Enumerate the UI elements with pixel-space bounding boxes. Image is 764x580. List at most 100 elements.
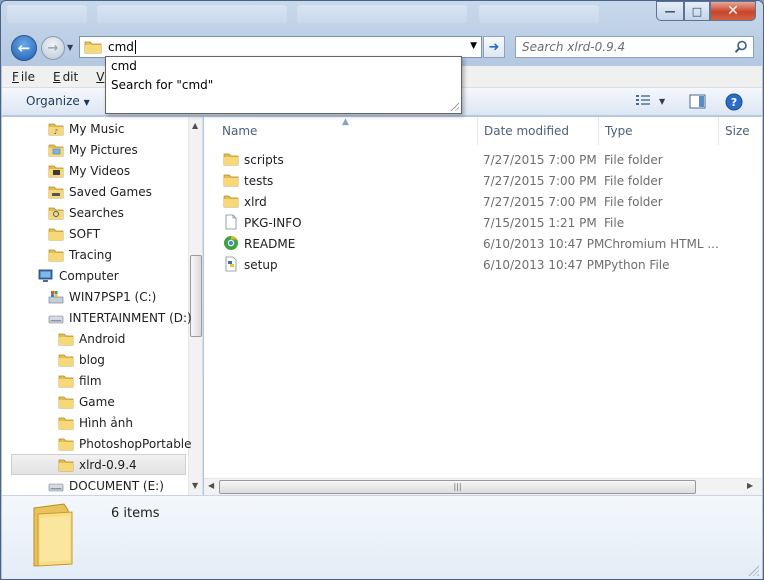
navigation-pane: ▲ ▼ ♪ My Music My Pictures My Videos Saved G… (2, 117, 203, 495)
nav-item[interactable]: ♪ My Music (2, 118, 186, 139)
nav-item-label: SOFT (69, 226, 101, 241)
large-folder-icon (33, 503, 73, 567)
menu-file[interactable]: File (10, 70, 39, 84)
nav-item-label: Tracing (69, 247, 113, 262)
file-row[interactable]: README 6/10/2013 10:47 PM Chromium HTML ..… (204, 233, 762, 254)
nav-item[interactable]: SOFT (2, 223, 186, 244)
recent-pages-dropdown[interactable]: ▼ (67, 43, 77, 53)
folder-icon (223, 195, 239, 208)
horizontal-scrollbar[interactable]: ◀ ||| ▶ (204, 478, 762, 495)
menu-edit[interactable]: Edit (51, 70, 82, 84)
nav-item[interactable]: xlrd-0.9.4 (11, 454, 186, 475)
searches-icon (48, 207, 64, 219)
nav-item-label: Computer (59, 268, 119, 283)
scroll-right-arrow-icon[interactable]: ▶ (747, 481, 753, 490)
go-arrow-icon: ➜ (488, 39, 500, 55)
help-icon[interactable]: ? (725, 93, 743, 111)
file-name: README (244, 236, 296, 251)
chevron-down-icon: ▼ (83, 98, 90, 107)
close-button[interactable]: ✕ (710, 1, 756, 21)
search-box[interactable]: Search xlrd-0.9.4 (515, 36, 754, 58)
file-list-pane: ▲ Name Date modified Type Size ◀ ||| ▶ s… (204, 117, 762, 495)
nav-item[interactable]: INTERTAINMENT (D:) (2, 307, 192, 328)
file-type: File folder (604, 194, 663, 209)
file-row[interactable]: xlrd 7/27/2015 7:00 PM File folder (204, 191, 762, 212)
nav-item-label: xlrd-0.9.4 (79, 457, 137, 472)
blurred-taskbar-item (7, 5, 87, 23)
folder-icon (223, 153, 239, 166)
file-row[interactable]: tests 7/27/2015 7:00 PM File folder (204, 170, 762, 191)
file-row[interactable]: setup 6/10/2013 10:47 PM Python File (204, 254, 762, 275)
file-type: File (604, 215, 625, 230)
search-input[interactable]: Search xlrd-0.9.4 (522, 40, 625, 54)
file-name: scripts (244, 152, 284, 167)
column-header-size[interactable]: Size (719, 117, 762, 145)
nav-item[interactable]: My Videos (2, 160, 186, 181)
search-icon[interactable] (734, 40, 748, 54)
nav-item[interactable]: Android (2, 328, 186, 349)
address-dropdown-icon[interactable]: ▼ (470, 41, 477, 51)
nav-item[interactable]: WIN7PSP1 (C:) (2, 286, 186, 307)
change-view-icon[interactable] (635, 94, 653, 108)
window-resize-grip[interactable] (748, 565, 759, 576)
nav-item[interactable]: Saved Games (2, 181, 186, 202)
maximize-button[interactable]: □ (684, 1, 710, 21)
file-name: PKG-INFO (244, 215, 302, 230)
nav-item[interactable]: blog (2, 349, 186, 370)
file-name: xlrd (244, 194, 267, 209)
folder-icon (58, 396, 74, 408)
scroll-down-arrow-icon[interactable]: ▼ (192, 481, 198, 490)
column-header-type[interactable]: Type (599, 117, 719, 145)
file-row[interactable]: PKG-INFO 7/15/2015 1:21 PM File (204, 212, 762, 233)
forward-button[interactable]: → (41, 36, 65, 60)
go-button[interactable]: ➜ (483, 36, 505, 58)
nav-item-label: Game (79, 394, 115, 409)
organize-button[interactable]: Organize ▼ (26, 94, 90, 108)
resize-grip[interactable] (449, 101, 459, 111)
python-file-icon (225, 256, 237, 272)
column-header-date[interactable]: Date modified (478, 117, 599, 145)
nav-item-label: Hình ảnh (79, 415, 133, 430)
address-input[interactable]: cmd (108, 40, 136, 55)
autocomplete-search-item[interactable]: Search for "cmd" (111, 78, 213, 92)
folder-icon (84, 41, 102, 54)
folder-icon (48, 228, 64, 240)
nav-item-label: PhotoshopPortable (79, 436, 192, 451)
blurred-taskbar-item (479, 5, 599, 23)
svg-text:♪: ♪ (54, 128, 58, 136)
nav-item[interactable]: Game (2, 391, 186, 412)
windows-drive-icon (48, 290, 64, 303)
file-date-modified: 6/10/2013 10:47 PM (483, 236, 605, 251)
nav-item[interactable]: DOCUMENT (E:) (2, 475, 186, 495)
file-row[interactable]: scripts 7/27/2015 7:00 PM File folder (204, 149, 762, 170)
scrollbar-thumb[interactable] (190, 255, 202, 337)
nav-item[interactable]: Hình ảnh (2, 412, 186, 433)
back-button[interactable]: ← (11, 35, 37, 61)
minimize-button[interactable]: — (656, 1, 684, 21)
nav-item[interactable]: film (2, 370, 186, 391)
saved-games-icon (48, 186, 64, 198)
text-cursor (134, 40, 136, 55)
scroll-up-arrow-icon[interactable]: ▲ (192, 121, 198, 130)
column-header-name[interactable]: Name (216, 117, 478, 145)
nav-item[interactable]: Computer (2, 265, 186, 286)
nav-item[interactable]: My Pictures (2, 139, 186, 160)
details-pane: 6 items (2, 495, 762, 579)
folder-icon (58, 459, 74, 471)
drive-icon (48, 315, 64, 323)
nav-item-label: My Videos (69, 163, 131, 178)
nav-item[interactable]: PhotoshopPortable (2, 433, 192, 454)
nav-item[interactable]: Searches (2, 202, 186, 223)
scrollbar-thumb[interactable]: ||| (219, 480, 696, 494)
folder-icon (48, 249, 64, 261)
computer-icon (38, 269, 53, 282)
address-bar[interactable]: cmd ▼ (79, 36, 482, 58)
preview-pane-icon[interactable] (689, 94, 706, 109)
view-options-dropdown-icon[interactable]: ▼ (659, 97, 665, 106)
autocomplete-item[interactable]: cmd (111, 59, 137, 73)
nav-item[interactable]: Tracing (2, 244, 186, 265)
file-date-modified: 6/10/2013 10:47 PM (483, 257, 605, 272)
nav-item-label: My Music (69, 121, 125, 136)
scroll-left-arrow-icon[interactable]: ◀ (208, 481, 214, 490)
address-autocomplete-dropdown: cmd Search for "cmd" (105, 56, 462, 114)
